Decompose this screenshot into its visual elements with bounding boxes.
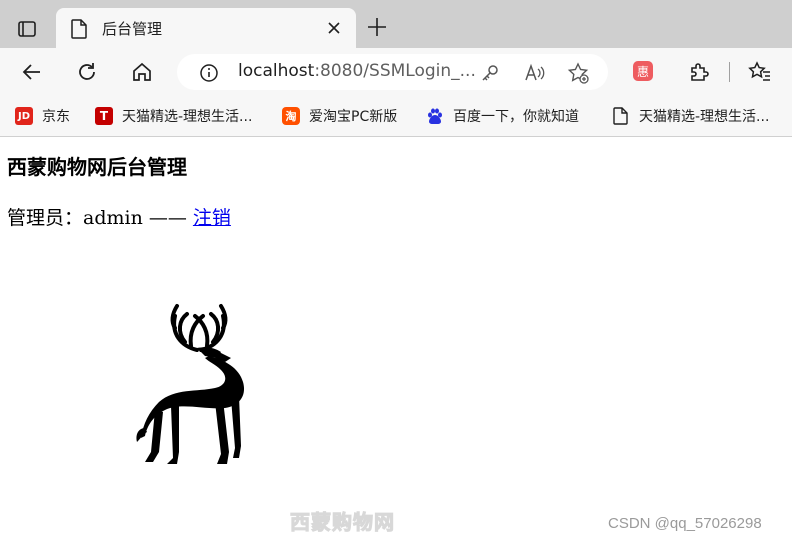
navigation-toolbar: localhost:8080/SSMLogin_... 惠 [0, 48, 792, 96]
tab-title: 后台管理 [102, 20, 163, 38]
admin-text: 管理员：admin —— [7, 207, 193, 229]
bookmark-label: 百度一下，你就知道 [453, 109, 579, 125]
document-icon [612, 107, 630, 125]
jd-icon: JD [15, 107, 33, 125]
back-icon[interactable] [20, 60, 44, 84]
home-icon[interactable] [130, 60, 154, 84]
taobao-icon: 淘 [282, 107, 300, 125]
bookmarks-bar: JD 京东 T 天猫精选-理想生活... 淘 爱淘宝PC新版 百度一下，你就知道… [0, 96, 792, 137]
csdn-watermark: CSDN @qq_57026298 [608, 515, 762, 532]
key-icon[interactable] [479, 62, 501, 84]
bookmark-tmall[interactable]: T 天猫精选-理想生活... [95, 105, 252, 127]
tab-bar: 后台管理 [0, 0, 792, 48]
read-aloud-icon[interactable] [523, 62, 545, 84]
extension-icon[interactable]: 惠 [632, 60, 656, 84]
bookmark-baidu[interactable]: 百度一下，你就知道 [426, 105, 579, 127]
puzzle-icon[interactable] [687, 60, 711, 84]
deer-logo-image [135, 302, 250, 471]
close-icon[interactable] [324, 18, 344, 38]
page-title: 西蒙购物网后台管理 [7, 155, 187, 179]
address-bar[interactable]: localhost:8080/SSMLogin_... [177, 54, 608, 90]
page-content: 西蒙购物网后台管理 管理员：admin —— 注销 西蒙购物网 CSDN @qq… [0, 137, 792, 543]
bookmark-label: 京东 [42, 109, 70, 125]
bookmark-tmall-2[interactable]: 天猫精选-理想生活... [612, 105, 769, 127]
refresh-icon[interactable] [75, 60, 99, 84]
bookmark-taobao[interactable]: 淘 爱淘宝PC新版 [282, 105, 397, 127]
logout-link[interactable]: 注销 [193, 207, 231, 229]
url-path: :8080/SSMLogin_... [314, 61, 476, 81]
document-icon [70, 19, 88, 43]
site-watermark: 西蒙购物网 [290, 510, 395, 535]
tmall-icon: T [95, 107, 113, 125]
toolbar-separator [729, 62, 730, 82]
url-host: localhost [238, 61, 315, 81]
bookmark-label: 天猫精选-理想生活... [639, 109, 770, 125]
bookmark-label: 天猫精选-理想生活... [122, 109, 253, 125]
info-icon[interactable] [199, 63, 219, 87]
tab-actions-icon[interactable] [12, 14, 42, 44]
svg-text:惠: 惠 [637, 65, 649, 79]
favorites-icon[interactable] [748, 60, 772, 84]
add-favorite-icon[interactable] [567, 62, 589, 84]
active-tab[interactable]: 后台管理 [56, 8, 356, 48]
baidu-icon [426, 107, 444, 125]
new-tab-icon[interactable] [366, 16, 388, 38]
url-text[interactable]: localhost:8080/SSMLogin_... [238, 61, 476, 81]
admin-info: 管理员：admin —— 注销 [7, 203, 231, 230]
bookmark-label: 爱淘宝PC新版 [309, 109, 398, 125]
bookmark-jd[interactable]: JD 京东 [15, 105, 70, 127]
